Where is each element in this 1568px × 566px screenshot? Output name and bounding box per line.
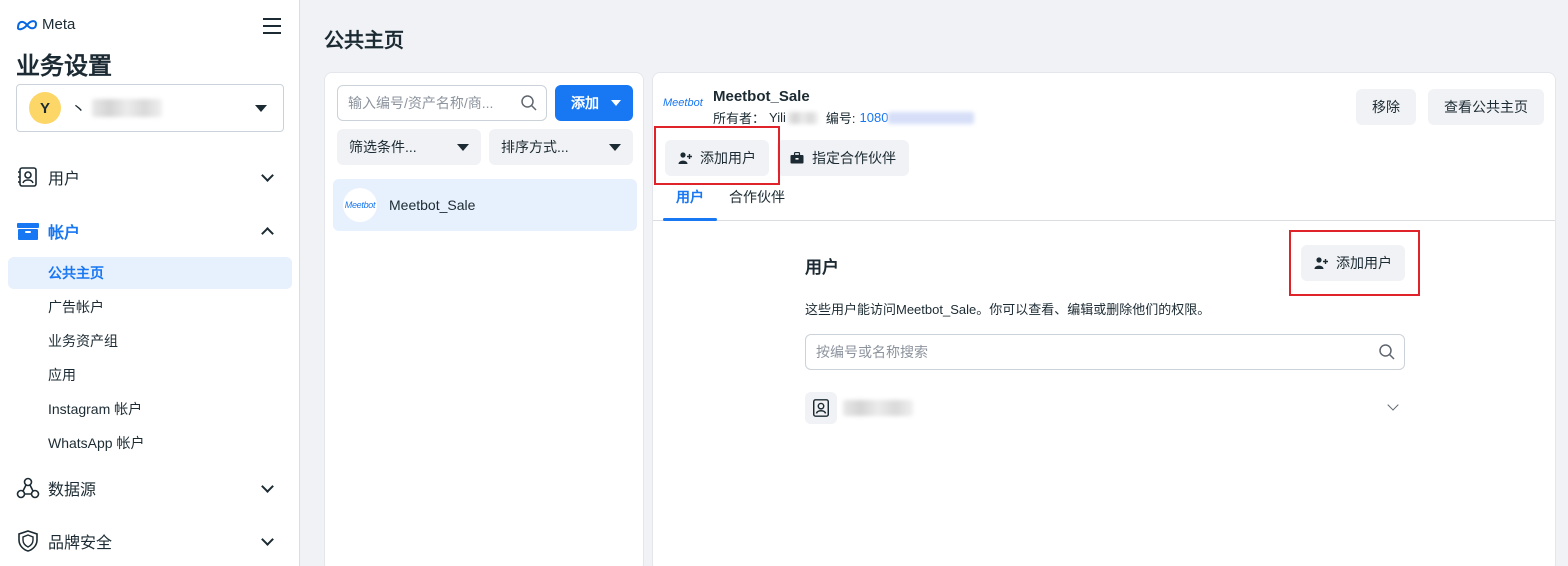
view-page-button[interactable]: 查看公共主页 (1428, 89, 1544, 125)
sidebar-group-label: 数据源 (48, 482, 97, 499)
caret-down-icon (457, 144, 469, 151)
redacted-id (888, 111, 975, 124)
chevron-down-icon (261, 480, 274, 493)
sort-dropdown[interactable]: 排序方式... (489, 129, 633, 165)
detail-header: Meetbot Meetbot_Sale 所有者： Yili 编号: 1080 … (653, 73, 1555, 221)
business-settings-title: 业务设置 (16, 53, 112, 80)
add-person-icon (1314, 256, 1328, 270)
chevron-down-icon (261, 169, 274, 182)
sidebar-item-whatsapp-accounts[interactable]: WhatsApp 帐户 (8, 427, 292, 459)
chevron-down-icon (1387, 399, 1399, 411)
sidebar: Meta 业务设置 Y 丶 用户 帐户 公共主页 广告帐户 业务资产组 应用 I… (0, 0, 300, 566)
partner-briefcase-icon (790, 152, 804, 164)
add-asset-label: 添加 (571, 95, 599, 111)
sidebar-group-brand-safety[interactable]: 品牌安全 (8, 521, 292, 561)
caret-down-icon (255, 105, 267, 112)
search-icon (1378, 343, 1396, 366)
caret-down-icon (611, 100, 621, 106)
chevron-up-icon (261, 227, 274, 240)
sidebar-group-label: 用户 (48, 171, 81, 188)
sort-label: 排序方式... (501, 139, 569, 155)
filter-dropdown[interactable]: 筛选条件... (337, 129, 481, 165)
sidebar-group-data-sources[interactable]: 数据源 (8, 468, 292, 508)
section-add-user-button[interactable]: 添加用户 (1301, 245, 1405, 281)
sidebar-item-instagram-accounts[interactable]: Instagram 帐户 (8, 393, 292, 425)
redacted-owner (787, 111, 818, 124)
sidebar-group-label: 品牌安全 (48, 535, 113, 552)
add-user-button[interactable]: 添加用户 (665, 140, 769, 176)
meta-infinity-icon (16, 19, 38, 30)
asset-list-panel: 添加 筛选条件... 排序方式... Meetbot Meetbot_Sale (324, 72, 644, 566)
add-asset-button[interactable]: 添加 (555, 85, 633, 121)
assign-partner-label: 指定合作伙伴 (812, 150, 896, 166)
assign-partner-button[interactable]: 指定合作伙伴 (777, 140, 909, 176)
redacted-user-name (843, 400, 913, 416)
sidebar-group-label: 帐户 (48, 225, 81, 242)
owner-label: 所有者： (713, 111, 766, 126)
add-person-icon (678, 151, 692, 165)
tab-users[interactable]: 用户 (663, 187, 717, 221)
add-user-label: 添加用户 (700, 150, 756, 166)
asset-search-field[interactable] (337, 85, 547, 121)
sidebar-item-ad-accounts[interactable]: 广告帐户 (8, 291, 292, 323)
filter-label: 筛选条件... (349, 139, 417, 155)
brand-name: Meta (42, 16, 76, 33)
meetbot-logo: Meetbot (343, 188, 377, 222)
chevron-down-icon (261, 533, 274, 546)
remove-button[interactable]: 移除 (1356, 89, 1416, 125)
caret-down-icon (609, 144, 621, 151)
search-icon (520, 94, 538, 115)
meta-logo[interactable]: Meta (16, 16, 75, 33)
id-label: 编号: (825, 111, 856, 126)
account-avatar: Y (29, 92, 61, 124)
asset-meta: 所有者： Yili 编号: 1080 (713, 108, 975, 127)
page-title: 公共主页 (324, 30, 404, 52)
user-search-input[interactable] (816, 344, 1356, 360)
users-section-title: 用户 (805, 258, 839, 277)
owner-value: Yili (769, 110, 786, 125)
id-value: 1080 (859, 110, 889, 125)
hamburger-menu-icon[interactable] (262, 16, 282, 36)
sidebar-item-pages[interactable]: 公共主页 (8, 257, 292, 289)
user-card-icon (16, 165, 40, 189)
meetbot-logo: Meetbot (663, 97, 703, 109)
user-search-field[interactable] (805, 334, 1405, 370)
asset-name: Meetbot_Sale (389, 197, 476, 213)
user-list-item[interactable] (805, 391, 1405, 425)
sidebar-item-apps[interactable]: 应用 (8, 359, 292, 391)
account-name: 丶 (71, 100, 87, 118)
briefcase-icon (16, 219, 40, 243)
sidebar-group-accounts[interactable]: 帐户 (8, 211, 292, 251)
asset-search-input[interactable] (348, 95, 508, 111)
sidebar-item-business-asset-groups[interactable]: 业务资产组 (8, 325, 292, 357)
section-add-user-label: 添加用户 (1336, 255, 1392, 271)
business-account-selector[interactable]: Y 丶 (16, 84, 284, 132)
sidebar-group-users[interactable]: 用户 (8, 157, 292, 197)
users-section-description: 这些用户能访问Meetbot_Sale。你可以查看、编辑或删除他们的权限。 (805, 302, 1211, 317)
data-sources-icon (16, 476, 40, 500)
list-item[interactable]: Meetbot Meetbot_Sale (333, 179, 637, 231)
redacted-account-name (92, 99, 163, 117)
asset-title: Meetbot_Sale (713, 88, 810, 105)
shield-icon (16, 529, 40, 553)
tab-partners[interactable]: 合作伙伴 (725, 187, 789, 221)
asset-detail-panel: Meetbot Meetbot_Sale 所有者： Yili 编号: 1080 … (652, 72, 1556, 566)
user-card-icon (805, 392, 837, 424)
